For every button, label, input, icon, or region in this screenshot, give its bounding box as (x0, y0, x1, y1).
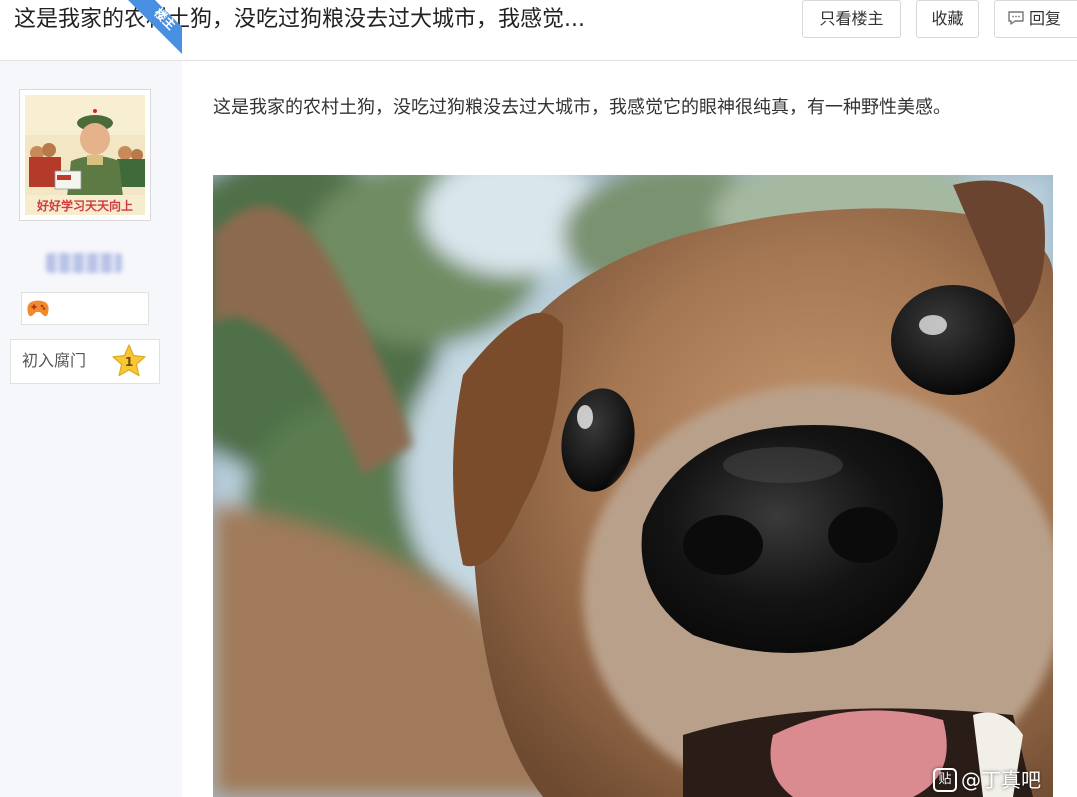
game-controller-icon (27, 300, 49, 317)
medal-slot[interactable] (21, 292, 149, 325)
user-level[interactable]: 初入腐门 1 (10, 339, 160, 384)
avatar[interactable]: 好好学习天天向上 (19, 89, 151, 221)
post-image[interactable]: 贴 @丁真吧 (213, 175, 1053, 797)
propaganda-poster-image: 好好学习天天向上 (25, 95, 145, 215)
favorite-button[interactable]: 收藏 (916, 0, 979, 38)
reply-label: 回复 (1029, 9, 1062, 28)
post-text: 这是我家的农村土狗，没吃过狗粮没去过大城市，我感觉它的眼神很纯真，有一种野性美感… (213, 97, 951, 118)
speech-bubble-icon (1008, 11, 1024, 25)
watermark-text: @丁真吧 (961, 768, 1041, 792)
only-op-button[interactable]: 只看楼主 (802, 0, 901, 38)
image-watermark: 贴 @丁真吧 (933, 766, 1041, 794)
svg-text:1: 1 (125, 355, 133, 369)
level-name: 初入腐门 (22, 351, 87, 370)
svg-text:好好学习天天向上: 好好学习天天向上 (36, 198, 133, 213)
star-icon: 1 (112, 344, 146, 377)
op-badge: 楼主 (128, 0, 182, 54)
username-blurred[interactable] (46, 253, 122, 273)
dog-photo (213, 175, 1053, 797)
reply-button[interactable]: 回复 (994, 0, 1077, 38)
author-sidebar: 好好学习天天向上 初入腐门 1 (0, 61, 182, 797)
tieba-logo-icon: 贴 (933, 768, 957, 792)
